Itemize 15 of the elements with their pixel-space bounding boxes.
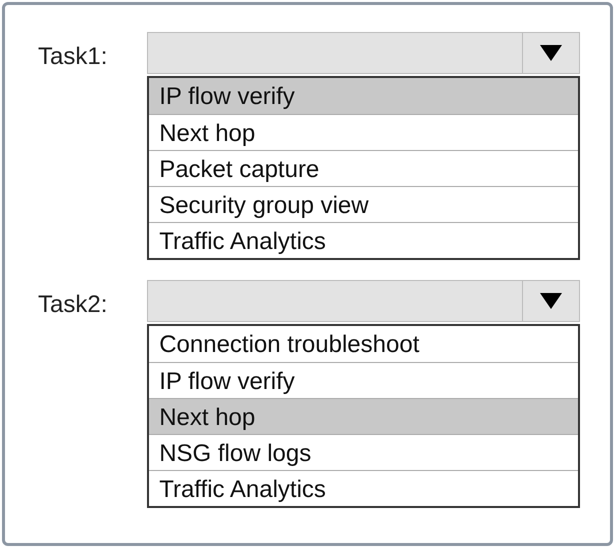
- dropdown-option[interactable]: NSG flow logs: [149, 434, 578, 470]
- dropdown-option[interactable]: Next hop: [149, 114, 578, 150]
- dropdown-option[interactable]: Traffic Analytics: [149, 470, 578, 506]
- task-label: Task1:: [38, 42, 108, 71]
- task-label: Task2:: [38, 290, 108, 319]
- dropdown-option[interactable]: Next hop: [149, 398, 578, 434]
- dropdown[interactable]: [147, 32, 580, 74]
- caret-icon: [540, 45, 562, 61]
- caret-icon: [540, 293, 562, 309]
- dropdown-option[interactable]: Security group view: [149, 186, 578, 222]
- dropdown[interactable]: [147, 280, 580, 322]
- dropdown-option[interactable]: Connection troubleshoot: [149, 326, 578, 362]
- dropdown-option[interactable]: Traffic Analytics: [149, 222, 578, 258]
- dropdown-option[interactable]: Packet capture: [149, 150, 578, 186]
- dropdown-option[interactable]: IP flow verify: [149, 78, 578, 114]
